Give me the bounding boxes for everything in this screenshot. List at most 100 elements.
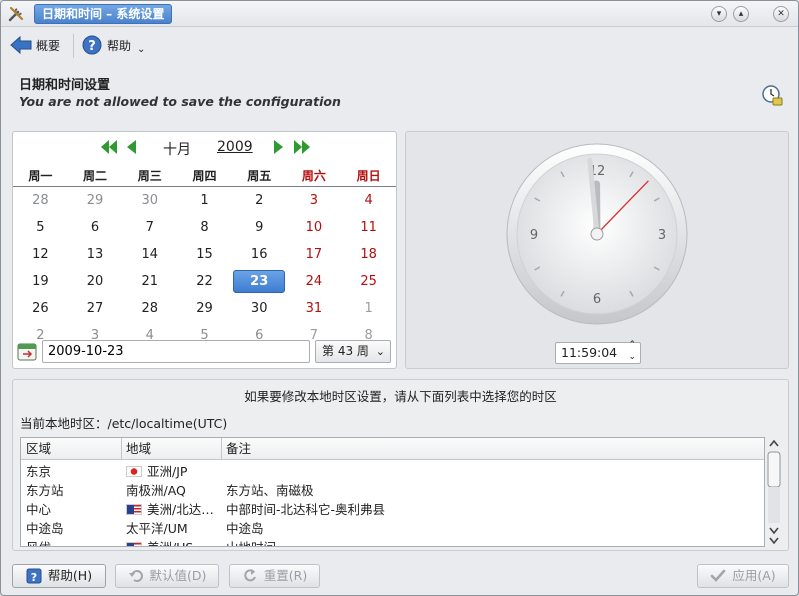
cell-region-text: 太平洋/UM [126,521,188,536]
calendar-day[interactable]: 24 [287,269,342,296]
timezone-scrollbar[interactable] [765,436,783,548]
calendar-day[interactable]: 17 [287,242,342,269]
svg-text:?: ? [88,39,96,54]
calendar-day-grid[interactable]: 28 29 30 1 2 3 4 5 6 7 8 9 10 11 12 13 14 15 16 17 18 19 20 21 2… [13,188,396,350]
help-icon: ? [26,568,42,584]
table-row[interactable]: 东方站 南极洲/AQ 东方站、南磁极 [21,481,764,500]
scroll-thumb[interactable] [767,451,781,488]
weekday-label: 周日 [356,169,381,183]
previous-month-icon[interactable] [127,140,136,154]
calendar-day[interactable]: 30 [122,188,177,215]
calendar-day[interactable]: 3 [287,188,342,215]
weekday-label: 周三 [137,169,162,183]
help-label: 帮助 [107,38,132,53]
help-button[interactable]: ? 帮助(H) [12,564,106,588]
scroll-up-icon[interactable] [769,439,779,447]
calendar-day[interactable]: 1 [341,296,396,323]
month-selector[interactable]: 十月 [163,139,191,159]
title-bar[interactable]: 日期和时间 – 系统设置 ▾ ▴ ✕ [1,1,798,27]
calendar-day[interactable]: 1 [177,188,232,215]
calendar-day[interactable]: 13 [68,242,123,269]
timezone-section: 如果要修改本地时区设置，请从下面列表中选择您的时区 当前本地时区：/etc/lo… [12,379,789,551]
calendar-day[interactable]: 28 [122,296,177,323]
calendar-day[interactable]: 6 [68,215,123,242]
cell-note: 山地时间 [226,538,276,546]
cell-region: 美洲/北达… [126,500,214,519]
calendar-day[interactable]: 8 [177,215,232,242]
calendar-day[interactable]: 7 [122,215,177,242]
calendar-day[interactable]: 2 [232,188,287,215]
help-context-button[interactable]: ▾ [711,6,727,22]
window-title: 日期和时间 – 系统设置 [34,4,173,24]
calendar-day[interactable]: 9 [232,215,287,242]
column-area[interactable]: 区域 [26,438,51,459]
calendar-day[interactable]: 16 [232,242,287,269]
calendar-day[interactable]: 22 [177,269,232,296]
clock-panel: 12 3 6 9 [405,131,789,369]
calendar-day[interactable]: 29 [177,296,232,323]
calendar-day[interactable]: 25 [341,269,396,296]
help-button-label: 帮助(H) [47,568,93,583]
cell-note: 中部时间-北达科它-奥利弗县 [226,502,386,517]
calendar-day[interactable]: 19 [13,269,68,296]
cell-area: 中途岛 [26,521,64,536]
help-icon: ? [82,35,102,55]
apply-button[interactable]: 应用(A) [697,564,789,588]
scroll-down-icon[interactable] [769,537,779,545]
overview-label: 概要 [36,38,61,53]
chevron-down-icon: ⌄ [137,43,146,55]
calendar-day[interactable]: 11 [341,215,396,242]
overview-button[interactable]: 概要 [10,33,60,57]
calendar-day[interactable]: 29 [68,188,123,215]
calendar-day[interactable]: 18 [341,242,396,269]
back-arrow-icon [10,35,32,55]
help-menu-button[interactable]: ? 帮助 ⌄ [82,33,145,57]
calendar-day[interactable]: 14 [122,242,177,269]
spin-up-icon[interactable]: ⌃ [628,340,636,350]
calendar-day[interactable]: 21 [122,269,177,296]
calendar-day[interactable]: 4 [341,188,396,215]
cell-area: 中心 [26,502,52,517]
date-row: 第 43 周 ⌄ [12,340,397,364]
calendar-day[interactable]: 31 [287,296,342,323]
timezone-table[interactable]: 区域 地域 备注 东京 亚洲/JP 东方站 南极洲/AQ 东方站、南磁极中心 美洲/北达…… [20,437,765,547]
weekday-header: 周一 周二 周三 周四 周五 周六 周日 [13,165,396,187]
table-row[interactable]: 中途岛 太平洋/UM 中途岛 [21,519,764,538]
scroll-down-icon[interactable] [769,527,779,535]
year-selector[interactable]: 2009 [217,139,253,155]
today-icon[interactable] [17,342,37,362]
next-month-icon[interactable] [274,140,283,154]
date-input[interactable] [42,340,310,363]
calendar-day[interactable]: 12 [13,242,68,269]
calendar-day[interactable]: 27 [68,296,123,323]
close-button[interactable]: ✕ [773,6,789,22]
scroll-track[interactable] [768,487,780,523]
column-region[interactable]: 地域 [121,438,151,459]
column-note[interactable]: 备注 [221,438,251,459]
defaults-button[interactable]: 默认值(D) [115,564,219,588]
calendar-day[interactable]: 5 [13,215,68,242]
usa-flag-icon [126,542,142,546]
calendar-day[interactable]: 15 [177,242,232,269]
table-row[interactable]: 东京 亚洲/JP [21,462,764,481]
tools-icon[interactable] [7,5,25,23]
calendar-day[interactable]: 26 [13,296,68,323]
timezone-rows: 东京 亚洲/JP 东方站 南极洲/AQ 东方站、南磁极中心 美洲/北达… 中部时间-北达科它… [21,462,764,546]
previous-year-icon[interactable] [101,140,117,154]
selected-day-label: 23 [233,270,286,293]
next-year-icon[interactable] [294,140,310,154]
reset-button[interactable]: 重置(R) [229,564,320,588]
week-selector[interactable]: 第 43 周 ⌄ [315,340,391,363]
spin-down-icon[interactable]: ⌄ [628,352,636,362]
calendar-day[interactable]: 10 [287,215,342,242]
reset-icon [244,569,256,582]
table-row[interactable]: 风优 美洲/US 山地时间 [21,538,764,546]
calendar-day[interactable]: 28 [13,188,68,215]
calendar-day[interactable]: 20 [68,269,123,296]
time-spinbox[interactable]: 11:59:04 ⌃ ⌄ [555,340,641,364]
calendar-day-selected[interactable]: 23 [232,269,287,296]
numeral-six: 6 [593,292,601,307]
calendar-day[interactable]: 30 [232,296,287,323]
keep-above-button[interactable]: ▴ [733,6,749,22]
table-row[interactable]: 中心 美洲/北达… 中部时间-北达科它-奥利弗县 [21,500,764,519]
